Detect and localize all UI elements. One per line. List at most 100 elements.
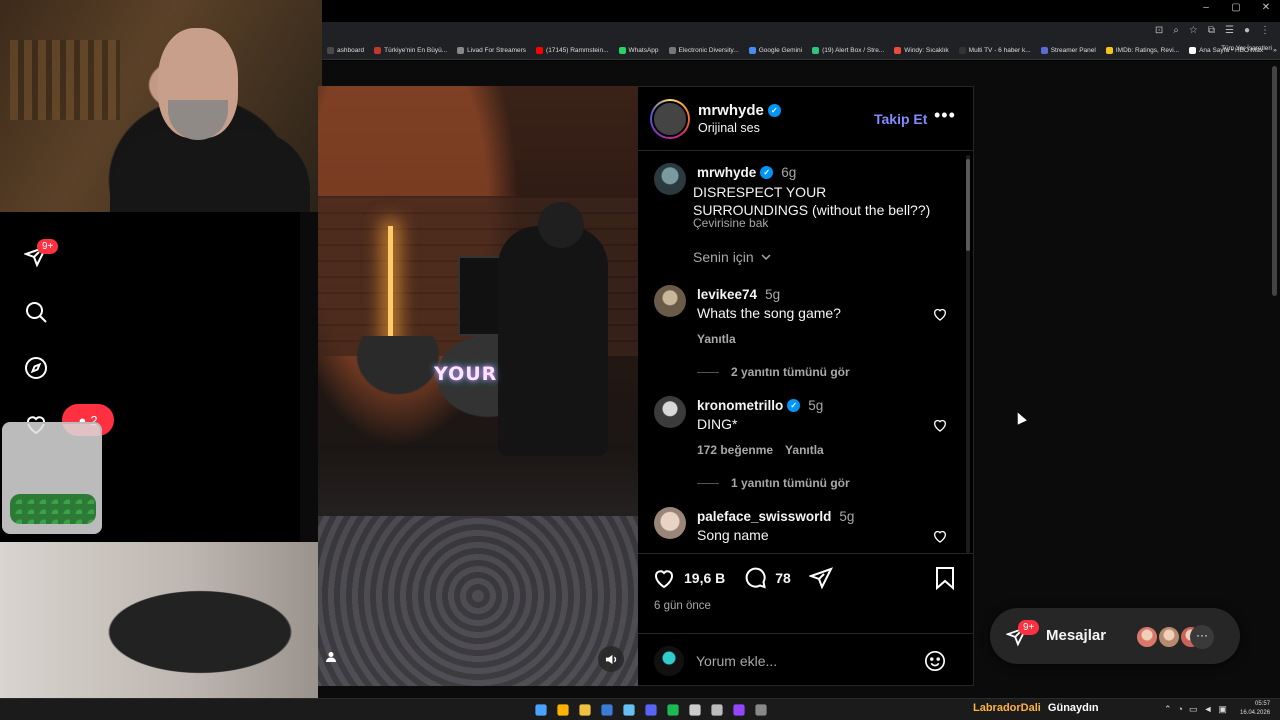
comments-scrollbar-thumb[interactable]	[966, 159, 970, 251]
current-user-avatar	[654, 646, 684, 676]
star-icon[interactable]: ☆	[1189, 25, 1198, 36]
taskbar-app-icon[interactable]	[623, 704, 635, 716]
like-count[interactable]: 19,6 B	[684, 570, 725, 586]
bookmark-item[interactable]: ashboard	[322, 47, 369, 54]
bookmark-item[interactable]: Electronic Diversity...	[664, 47, 744, 54]
bookmark-favicon-icon	[812, 47, 820, 54]
more-options-icon[interactable]: •••	[934, 105, 956, 126]
author-username-row[interactable]: mrwhyde ✓	[698, 102, 781, 119]
bookmark-item[interactable]: (17145) Rammstein...	[531, 47, 614, 54]
messages-floating-bar[interactable]: 9+ Mesajlar ···	[990, 608, 1240, 664]
author-avatar[interactable]	[650, 99, 690, 139]
bookmark-favicon-icon	[1189, 47, 1197, 54]
comment-like-icon[interactable]	[932, 417, 948, 433]
like-icon[interactable]	[652, 566, 676, 590]
maximize-button[interactable]: ▢	[1230, 2, 1242, 13]
comment-sort-dropdown[interactable]: Senin için	[693, 249, 772, 265]
tray-chevron-icon[interactable]: ⌃	[1164, 704, 1172, 715]
taskbar-app-icon[interactable]	[579, 704, 591, 716]
caption-avatar[interactable]	[654, 163, 686, 195]
post-actions: 19,6 B 78 6 gün önce	[638, 553, 973, 633]
follow-button[interactable]: Takip Et	[874, 111, 927, 127]
verified-icon: ✓	[767, 104, 781, 117]
tray-usb-icon[interactable]: ▭	[1189, 704, 1198, 715]
system-tray: ⌃ ◔ ▭ ◄ ▣	[1164, 704, 1227, 715]
comment-username[interactable]: levikee74	[697, 287, 757, 302]
tray-network-icon[interactable]: ◔	[1178, 704, 1183, 715]
audio-link[interactable]: Orijinal ses	[698, 121, 760, 135]
reading-list-icon[interactable]: ☰	[1225, 25, 1234, 36]
view-replies-button[interactable]: 1 yanıtın tümünü gör	[697, 476, 850, 490]
tray-display-icon[interactable]: ▣	[1218, 704, 1227, 715]
address-bar[interactable]: ⊡ ⌕ ☆ ⧉ ☰ ● ⋮	[322, 22, 1280, 42]
messages-nav[interactable]: 9+	[22, 239, 59, 270]
taskbar: LabradorDali Günaydın ⌃ ◔ ▭ ◄ ▣ 05:57 16…	[0, 698, 1280, 720]
minimize-button[interactable]: –	[1200, 2, 1212, 13]
bookmark-item[interactable]: (19) Alert Box / Stre...	[807, 47, 889, 54]
extensions-icon[interactable]: ⧉	[1208, 25, 1215, 36]
all-bookmarks-button[interactable]: Tüm Yer İşaretleri	[1221, 45, 1272, 52]
clock[interactable]: 05:57 16.04.2026	[1240, 700, 1270, 718]
tagged-users-button[interactable]	[318, 644, 344, 670]
bookmark-item[interactable]: IMDb: Ratings, Revi...	[1101, 47, 1184, 54]
taskbar-app-icon[interactable]	[645, 704, 657, 716]
clock-time: 05:57	[1255, 701, 1271, 707]
shelf	[10, 40, 120, 120]
taskbar-app-icon[interactable]	[711, 704, 723, 716]
bookmark-favicon-icon	[536, 47, 544, 54]
comment-input[interactable]	[696, 648, 896, 674]
caption-username[interactable]: mrwhyde	[697, 165, 756, 180]
tray-volume-icon[interactable]: ◄	[1204, 704, 1213, 715]
view-replies-button[interactable]: 2 yanıtın tümünü gör	[697, 365, 850, 379]
taskbar-app-icon[interactable]	[557, 704, 569, 716]
bookmark-label: WhatsApp	[628, 47, 659, 54]
bookmark-favicon-icon	[374, 47, 382, 54]
comment-likes[interactable]: 172 beğenme	[697, 443, 773, 457]
comment-count[interactable]: 78	[775, 570, 791, 586]
zoom-icon[interactable]: ⌕	[1173, 25, 1179, 36]
taskbar-app-icon[interactable]	[535, 704, 547, 716]
taskbar-app-icon[interactable]	[601, 704, 613, 716]
comment-avatar[interactable]	[654, 507, 686, 539]
explore-nav[interactable]	[22, 354, 50, 382]
reel-video[interactable]: YOUR	[318, 86, 638, 686]
taskbar-app-icon[interactable]	[667, 704, 679, 716]
more-conversations-icon: ···	[1190, 625, 1214, 649]
taskbar-app-icon[interactable]	[733, 704, 745, 716]
comment-like-icon[interactable]	[932, 306, 948, 322]
bookmark-item[interactable]: Google Gemini	[744, 47, 807, 54]
search-nav[interactable]	[22, 298, 50, 326]
comment-text: Song name	[697, 527, 769, 543]
author-username[interactable]: mrwhyde	[698, 102, 764, 119]
bookmark-item[interactable]: Livad For Streamers	[452, 47, 531, 54]
taskbar-app-icon[interactable]	[755, 704, 767, 716]
profile-icon[interactable]: ●	[1244, 25, 1250, 36]
mute-button[interactable]	[598, 646, 624, 672]
bookmark-favicon-icon	[958, 47, 966, 54]
comment-avatar[interactable]	[654, 285, 686, 317]
weather-widget[interactable]: LabradorDali Günaydın	[973, 702, 1099, 714]
bookmark-item[interactable]: Streamer Panel	[1036, 47, 1101, 54]
taskbar-app-icon[interactable]	[689, 704, 701, 716]
comment-avatar[interactable]	[654, 396, 686, 428]
reply-button[interactable]: Yanıtla	[785, 443, 824, 457]
save-icon[interactable]	[934, 566, 956, 590]
bookmark-item[interactable]: WhatsApp	[614, 47, 664, 54]
close-button[interactable]: ✕	[1260, 2, 1272, 13]
comment-icon[interactable]	[743, 566, 767, 590]
bookmark-item[interactable]: Multi TV - 6 haber k...	[954, 47, 1036, 54]
emoji-icon[interactable]	[924, 650, 946, 672]
comment-username[interactable]: paleface_swissworld	[697, 509, 831, 524]
action-row: 19,6 B 78	[652, 566, 833, 590]
share-icon[interactable]	[808, 566, 833, 590]
translate-link[interactable]: Çevirisine bak	[693, 216, 768, 230]
comment-username[interactable]: kronometrillo	[697, 398, 783, 413]
comment-like-icon[interactable]	[932, 528, 948, 544]
reply-button[interactable]: Yanıtla	[697, 332, 736, 346]
install-icon[interactable]: ⊡	[1155, 25, 1163, 36]
bookmark-item[interactable]: Türkiye'nin En Büyü...	[369, 47, 452, 54]
page-scrollbar[interactable]	[1272, 66, 1277, 296]
bookmark-favicon-icon	[457, 47, 465, 54]
menu-icon[interactable]: ⋮	[1260, 25, 1270, 36]
bookmark-item[interactable]: Windy: Sıcaklık	[889, 47, 953, 54]
